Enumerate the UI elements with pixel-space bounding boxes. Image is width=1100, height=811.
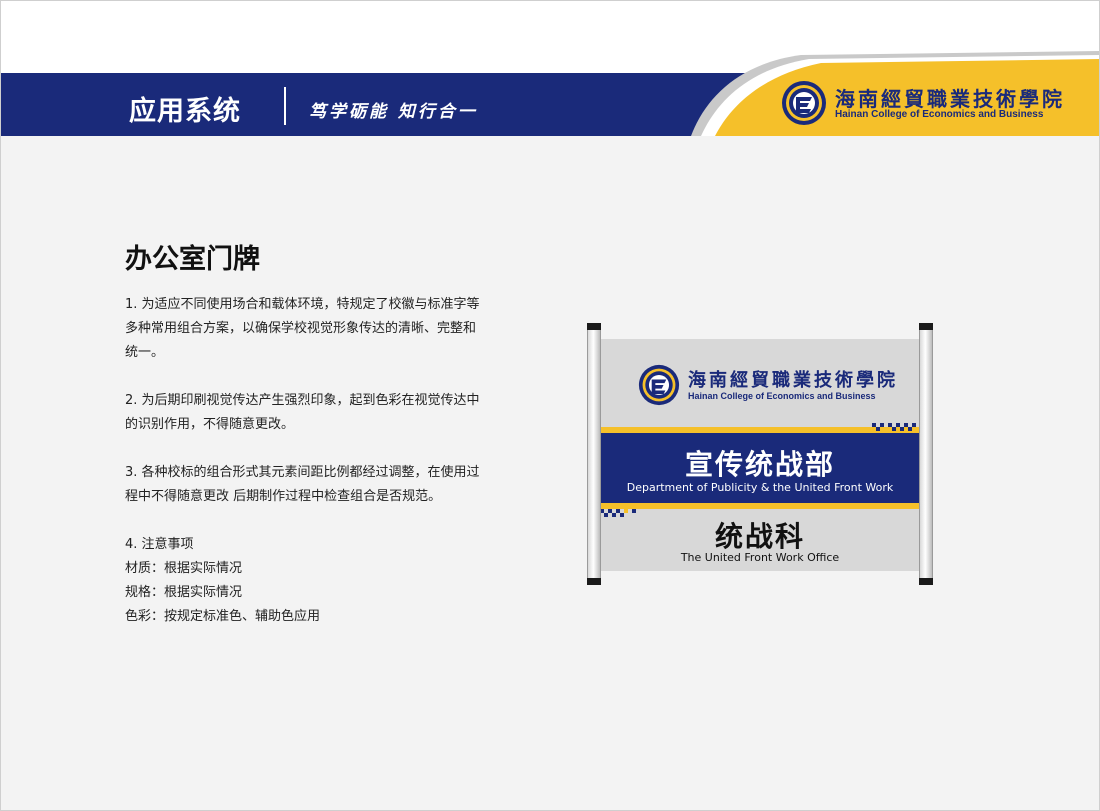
notes-title: 4. 注意事项 <box>125 537 194 552</box>
college-name-en: Hainan College of Economics and Business <box>835 109 1044 120</box>
office-name-cn: 统战科 <box>714 520 805 553</box>
notes-list: 4. 注意事项 材质：根据实际情况 规格：根据实际情况 色彩：按规定标准色、辅助… <box>125 533 485 629</box>
college-name-cn: 海南經貿職業技術學院 <box>835 87 1065 111</box>
sign-college-name-cn: 海南經貿職業技術學院 <box>688 370 898 391</box>
header-divider <box>284 87 286 125</box>
department-name-cn: 宣传统战部 <box>684 448 835 481</box>
sign-college-name-en: Hainan College of Economics and Business <box>688 391 876 401</box>
note-color: 色彩：按规定标准色、辅助色应用 <box>125 609 321 624</box>
paragraph-3: 3. 各种校标的组合形式其元素间距比例都经过调整，在使用过程中不得随意更改 后期… <box>125 465 480 504</box>
sign-panel: 海南經貿職業技術學院 Hainan College of Economics a… <box>600 339 920 571</box>
college-logo: 海南經貿職業技術學院 Hainan College of Economics a… <box>781 80 1071 130</box>
system-title: 应用系统 <box>129 96 241 127</box>
sign-logo: 海南經貿職業技術學院 Hainan College of Economics a… <box>638 364 908 410</box>
page: 应用系统 笃学砺能 知行合一 海南經貿職業技術學院 Hainan College… <box>0 0 1100 811</box>
page-heading: 办公室门牌 <box>125 244 260 275</box>
paragraph-2: 2. 为后期印刷视觉传达产生强烈印象，起到色彩在视觉传达中的识别作用，不得随意更… <box>125 393 480 432</box>
sign-emblem-icon <box>638 364 680 406</box>
header-banner: 应用系统 笃学砺能 知行合一 海南經貿職業技術學院 Hainan College… <box>1 1 1099 141</box>
header-slogan: 笃学砺能 知行合一 <box>309 102 478 122</box>
paragraph-1: 1. 为适应不同使用场合和载体环境，特规定了校徽与标准字等多种常用组合方案，以确… <box>125 297 480 360</box>
sign-rod-right <box>919 323 933 585</box>
office-door-sign: 海南經貿職業技術學院 Hainan College of Economics a… <box>585 323 935 585</box>
department-name-en: Department of Publicity & the United Fro… <box>626 481 894 494</box>
sign-gold-stripe-bottom <box>600 503 920 509</box>
note-spec: 规格：根据实际情况 <box>125 585 243 600</box>
office-name-en: The United Front Work Office <box>680 551 840 564</box>
sign-rod-left <box>587 323 601 585</box>
description-text: 1. 为适应不同使用场合和载体环境，特规定了校徽与标准字等多种常用组合方案，以确… <box>125 293 485 629</box>
note-material: 材质：根据实际情况 <box>125 561 243 576</box>
college-emblem-icon <box>782 81 826 125</box>
